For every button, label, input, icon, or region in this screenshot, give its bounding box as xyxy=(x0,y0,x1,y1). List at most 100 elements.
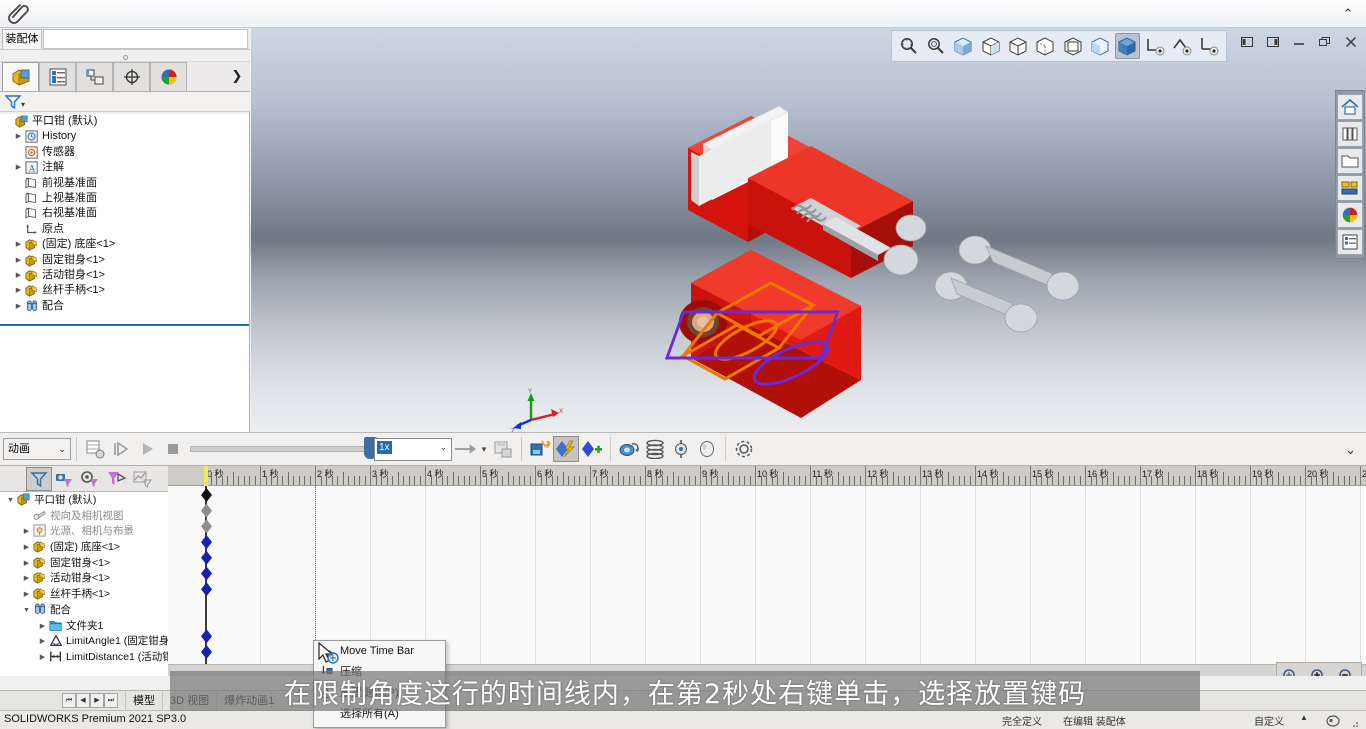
chevron-down-icon[interactable]: ⌄ xyxy=(439,442,447,453)
tree-item[interactable]: ▶ History xyxy=(0,129,249,144)
contact-button[interactable] xyxy=(694,436,720,462)
expand-arrow-icon[interactable]: ▶ xyxy=(22,527,31,536)
expand-arrow-icon[interactable]: ▶ xyxy=(22,543,31,552)
timeline-ruler[interactable]: 0 秒1 秒2 秒3 秒4 秒5 秒6 秒7 秒8 秒9 秒 10 秒 11 秒 12… xyxy=(168,466,1366,486)
display-style-shaded-icon[interactable] xyxy=(1114,33,1140,59)
home-icon[interactable] xyxy=(1337,94,1363,120)
tree-item[interactable]: 上视基准面 xyxy=(0,191,249,206)
motion-tree-item[interactable]: 视向及相机视图 xyxy=(0,508,168,524)
playback-mode-button[interactable] xyxy=(452,436,478,462)
tab-dimxpert-manager[interactable] xyxy=(113,62,150,91)
tab-strip-expand-arrow[interactable]: ❯ xyxy=(228,67,246,85)
filter-icon[interactable]: ▾ xyxy=(4,94,26,110)
apply-scene-icon[interactable] xyxy=(1197,33,1222,59)
tab-nav-buttons[interactable]: ⏮ ◀ ▶ ⏭ xyxy=(62,693,118,708)
filter-driving-icon[interactable] xyxy=(52,467,78,491)
tree-item[interactable]: 传感器 xyxy=(0,145,249,160)
zoom-to-area-icon[interactable] xyxy=(923,33,948,59)
motion-tree-item[interactable]: ▼ 平口钳 (默认) xyxy=(0,492,168,508)
damper-button[interactable] xyxy=(668,436,694,462)
expand-arrow-icon[interactable]: ▶ xyxy=(14,271,23,280)
filter-results-icon[interactable] xyxy=(130,467,156,491)
motion-tree-item[interactable]: ▶ 活动钳身<1> xyxy=(0,570,168,586)
zoom-to-fit-icon[interactable] xyxy=(896,33,921,59)
zoom-fit-icon[interactable] xyxy=(1279,665,1303,676)
design-tree[interactable]: 平口钳 (默认) ▶ History 传感器 ▶ A 注解 前视基准面 上视基准面 右视基准面 原点… xyxy=(0,114,249,319)
expand-arrow-icon[interactable]: ▼ xyxy=(6,496,15,505)
view-toolbar[interactable] xyxy=(891,30,1227,62)
motion-tree-item[interactable]: ▶ LimitDistance1 (活动钳身 xyxy=(0,649,168,665)
open-folder-icon[interactable] xyxy=(1337,148,1363,174)
motion-study-type-select[interactable]: 动画 ⌄ xyxy=(3,438,71,460)
view-orientation-icon[interactable] xyxy=(1169,33,1194,59)
keyframe-marker[interactable] xyxy=(201,582,212,597)
tab-property-manager[interactable] xyxy=(39,62,76,91)
playback-slider[interactable] xyxy=(190,437,377,459)
expand-arrow-icon[interactable] xyxy=(14,194,23,203)
expand-arrow-icon[interactable]: ▶ xyxy=(14,132,23,141)
expand-arrow-icon[interactable]: ▶ xyxy=(22,559,31,568)
keyframe-marker[interactable] xyxy=(201,645,212,659)
expand-arrow-icon[interactable] xyxy=(14,179,23,188)
calculate-button[interactable] xyxy=(82,436,108,462)
animation-wizard-button[interactable] xyxy=(527,436,553,462)
expand-arrow-icon[interactable] xyxy=(14,209,23,218)
chevron-down-icon[interactable]: ⌄ xyxy=(58,439,66,459)
expand-arrow-icon[interactable] xyxy=(14,225,23,234)
tab-nav-button[interactable]: ⏮ xyxy=(62,693,76,708)
view-shaded-icon[interactable] xyxy=(951,33,976,59)
motion-tree-item[interactable]: ▼ 配合 xyxy=(0,602,168,618)
resize-grip-icon[interactable] xyxy=(1348,717,1360,729)
document-tab-field[interactable] xyxy=(43,29,248,49)
vise-assembly-model[interactable] xyxy=(251,28,1366,432)
stop-button[interactable] xyxy=(160,436,186,462)
expand-arrow-icon[interactable]: ▶ xyxy=(22,590,31,599)
graphics-viewport[interactable]: Y X Z *上下二等角轴测 xyxy=(251,28,1366,432)
play-button[interactable] xyxy=(134,436,160,462)
motion-tree-item[interactable]: ▶ (固定) 底座<1> xyxy=(0,539,168,555)
save-animation-button[interactable] xyxy=(490,436,516,462)
zoom-out-icon[interactable] xyxy=(1335,665,1359,676)
motion-tree-item[interactable]: ▶ 文件夹1 xyxy=(0,618,168,634)
close-button[interactable] xyxy=(1342,33,1360,51)
document-tab[interactable]: 模型 xyxy=(125,692,162,710)
expand-arrow-icon[interactable]: ▶ xyxy=(38,637,47,646)
tree-filter-bar[interactable]: ▾ xyxy=(0,92,250,112)
keyframe-marker[interactable] xyxy=(201,488,212,502)
view-hidden-removed-icon[interactable] xyxy=(1033,33,1058,59)
status-caret-icon[interactable]: ▲ xyxy=(1300,713,1308,722)
tab-nav-button[interactable]: ⏭ xyxy=(104,693,118,708)
document-tab-assembly[interactable]: 装配体 xyxy=(2,29,42,49)
auto-key-button[interactable] xyxy=(553,436,579,462)
section-view-icon[interactable] xyxy=(1142,33,1167,59)
expand-arrow-icon[interactable] xyxy=(14,148,23,157)
appearances-icon[interactable] xyxy=(1337,175,1363,201)
tree-item[interactable]: 右视基准面 xyxy=(0,206,249,221)
tree-item[interactable]: ▶ 丝杆手柄<1> xyxy=(0,283,249,298)
panel-splitter[interactable] xyxy=(0,50,250,62)
restore-button[interactable] xyxy=(1316,33,1334,51)
tab-nav-button[interactable]: ▶ xyxy=(90,693,104,708)
playback-speed-select[interactable]: 1x ⌄ xyxy=(374,437,452,461)
expand-arrow-icon[interactable]: ▶ xyxy=(14,302,23,311)
keyframe-marker[interactable] xyxy=(201,535,212,550)
tab-configuration-manager[interactable] xyxy=(76,62,113,91)
zoom-in-icon[interactable] xyxy=(1307,665,1331,676)
expand-arrow-icon[interactable] xyxy=(4,117,13,126)
view-shaded-edges-icon[interactable] xyxy=(1087,33,1112,59)
expand-arrow-icon[interactable]: ▶ xyxy=(22,574,31,583)
titlebar-collapse-chevron[interactable]: ⌃ xyxy=(1340,6,1356,22)
filter-selected-icon[interactable] xyxy=(78,467,104,491)
expand-arrow-icon[interactable] xyxy=(22,512,31,521)
view-wireframe-icon[interactable] xyxy=(1005,33,1030,59)
tree-item[interactable]: ▶ 活动钳身<1> xyxy=(0,268,249,283)
add-update-key-button[interactable] xyxy=(579,436,605,462)
custom-properties-icon[interactable] xyxy=(1337,229,1363,255)
playback-mode-dropdown[interactable]: ▾ xyxy=(478,436,490,462)
expand-arrow-icon[interactable]: ▶ xyxy=(14,163,23,172)
motor-button[interactable] xyxy=(616,436,642,462)
tab-nav-button[interactable]: ◀ xyxy=(76,693,90,708)
motion-tree-item[interactable]: ▶ LimitAngle1 (固定钳身<1 xyxy=(0,633,168,649)
expand-arrow-icon[interactable]: ▼ xyxy=(22,606,31,615)
view-hidden-visible-icon[interactable] xyxy=(1060,33,1085,59)
